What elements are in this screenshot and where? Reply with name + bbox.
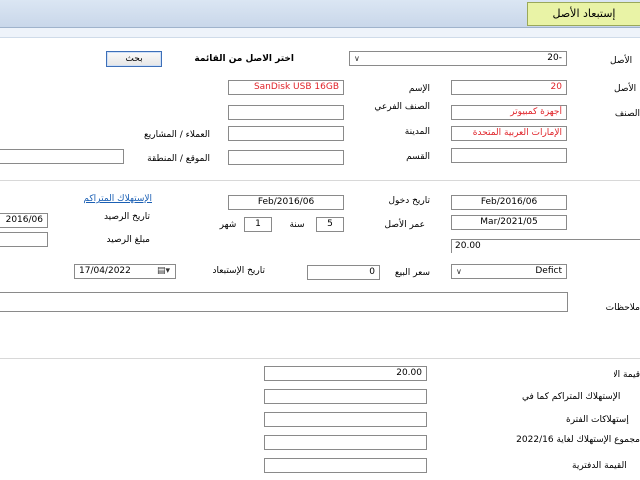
search-button-label: بحث [125,54,143,64]
chevron-down-icon: ∨ [354,54,360,63]
city-label: المدينة [404,127,430,137]
search-button[interactable]: بحث [106,51,162,67]
total-depreciation-label: مجموع الإستهلاك لغاية Apr/2022/16 [516,435,640,445]
clients-label: العملاء / المشاريع [143,130,210,140]
asset-value-field[interactable]: 20.00 [264,366,427,381]
summary-divider [0,358,640,359]
sale-price-field[interactable]: 0 [307,265,380,280]
extra-field[interactable] [0,149,124,164]
asset-age-label: عمر الأصل [384,220,426,230]
balance-amount-label: مبلغ الرصيد [106,235,150,245]
asset-code-label: الأصل [610,56,633,66]
pick-from-list-label: اختر الاصل من القائمة [194,54,294,64]
period-depreciation-label: إستهلاكات الفترة [566,415,629,425]
period-depreciation-field[interactable] [264,412,427,427]
months-field[interactable]: 1 [244,217,272,232]
reason-value: Defict [535,266,562,276]
clients-field[interactable] [228,126,344,141]
toolbar-band [0,28,640,38]
section-divider [0,180,640,181]
tab-title: إستبعاد الأصل [552,7,616,20]
balance-date-field[interactable]: 2016/06 [0,213,48,228]
name-label: الإسم [408,84,430,94]
accumulated-depreciation-field[interactable] [264,389,427,404]
end-date-field[interactable]: Mar/2021/05 [451,215,567,230]
balance-amount-field[interactable] [0,232,48,247]
balance-date-label: تاريخ الرصيد [103,212,150,222]
department-label: القسم [406,152,430,162]
years-field[interactable]: 5 [316,217,344,232]
name-field[interactable]: SanDisk USB 16GB [228,80,344,95]
months-label: شهر [219,220,237,230]
book-value-field[interactable] [264,458,427,473]
subclass-label: الصنف الفرعي [374,102,430,112]
class-field[interactable]: أجهزة كمبيوتر [451,105,567,120]
asset-field[interactable]: 20 [451,80,567,95]
department-field[interactable] [451,148,567,163]
entry-date-field[interactable]: Feb/2016/06 [228,195,344,210]
tab-asset-exclusion[interactable]: إستبعاد الأصل [527,2,640,26]
asset-value-label: قيمة الأصل [614,370,640,380]
accumulated-depreciation-label: الإستهلاك المتراكم كما في [522,392,621,402]
entry-date-label: تاريخ دخول [388,196,430,206]
chevron-down-icon: ∨ [456,267,462,276]
exclusion-date-value: 17/04/2022 [79,266,131,276]
calendar-icon[interactable]: ▤▾ [157,265,170,278]
amount-field[interactable]: 20.00 [451,239,640,253]
asset-code-value: 20- [547,53,562,63]
class-label: الصنف [614,109,640,119]
exclusion-date-label: تاريخ الإستبعاد [212,266,265,276]
book-value-label: القيمة الدفترية [572,461,627,471]
notes-label: ملاحظات [605,303,640,313]
asset-label: الأصل [614,84,637,94]
notes-field[interactable] [0,292,568,312]
location-field[interactable] [228,150,344,165]
total-depreciation-field[interactable] [264,435,427,450]
subclass-field[interactable] [228,105,344,120]
exclusion-date-field[interactable]: 17/04/2022 ▤▾ [74,264,176,279]
reason-select[interactable]: Defict ∨ [451,264,567,279]
order-date-field[interactable]: Feb/2016/06 [451,195,567,210]
years-label: سنة [289,220,305,230]
asset-code-select[interactable]: 20- ∨ [349,51,567,66]
location-label: الموقع / المنطقة [147,154,210,164]
sale-price-label: سعر البيع [394,268,430,278]
city-field[interactable]: الإمارات العربية المتحدة [451,126,567,141]
accumulated-depreciation-link[interactable]: الإستهلاك المتراكم [76,193,152,205]
